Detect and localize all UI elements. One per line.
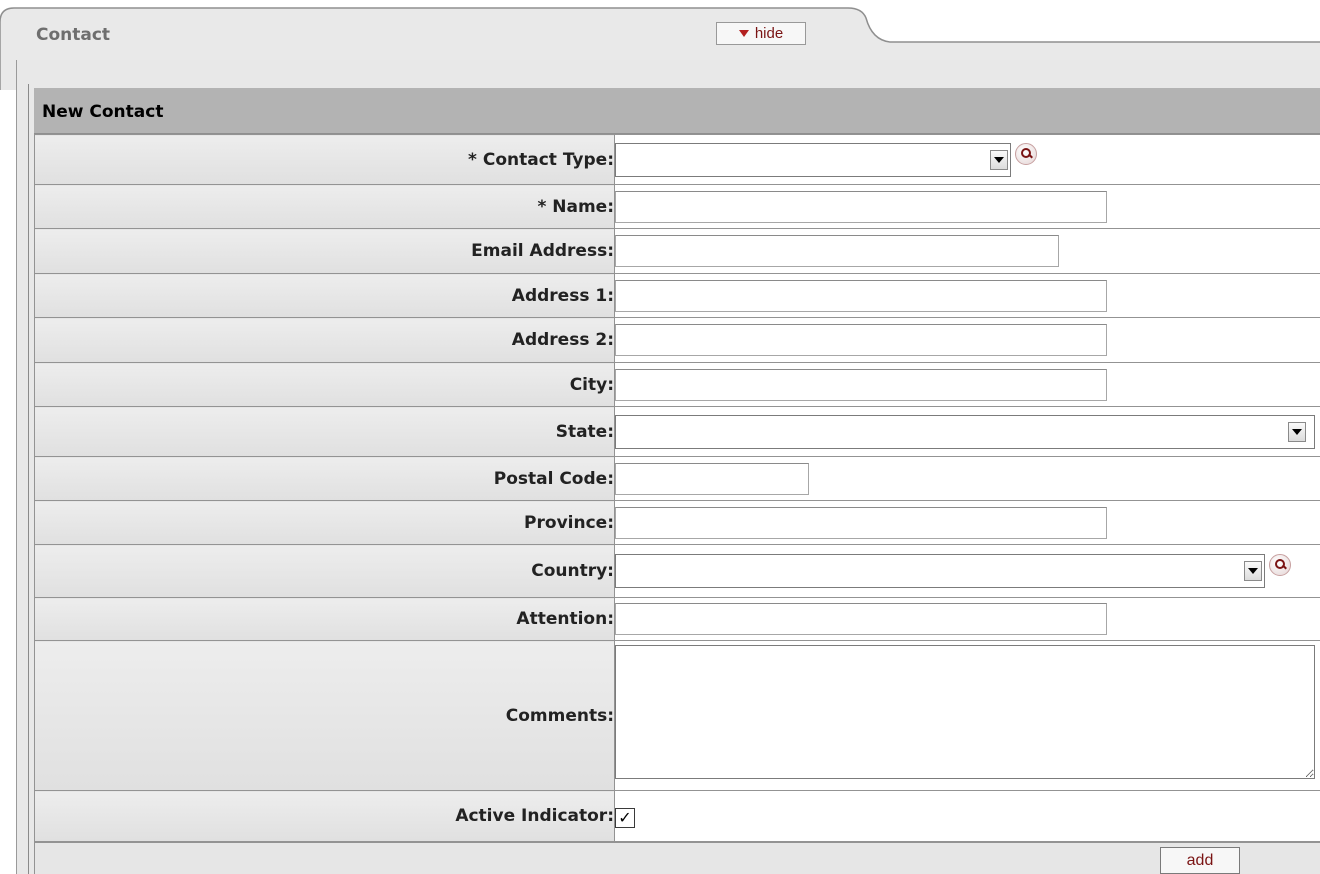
name-label: * Name: bbox=[34, 184, 615, 229]
add-button[interactable]: add bbox=[1160, 847, 1240, 874]
form-row: Address 1: bbox=[34, 273, 1320, 318]
country-lookup-icon[interactable] bbox=[1269, 554, 1291, 576]
chevron-down-icon[interactable] bbox=[1288, 421, 1306, 442]
contact-form: * Contact Type: * Name: Email Address: A… bbox=[34, 134, 1320, 842]
hide-label: hide bbox=[754, 25, 784, 42]
address2-field[interactable] bbox=[615, 324, 1107, 356]
province-label: Province: bbox=[34, 500, 615, 545]
form-row: Email Address: bbox=[34, 228, 1320, 274]
state-select[interactable] bbox=[615, 414, 1315, 449]
form-row: * Name: bbox=[34, 184, 1320, 229]
panel-divider bbox=[28, 84, 29, 874]
postal-code-label: Postal Code: bbox=[34, 456, 615, 501]
form-row: State: bbox=[34, 406, 1320, 457]
form-row: Active Indicator: ✓ bbox=[34, 790, 1320, 842]
contact-type-select[interactable] bbox=[615, 142, 1011, 177]
name-field[interactable] bbox=[615, 190, 1107, 223]
section-title: New Contact bbox=[34, 88, 1320, 134]
address2-label: Address 2: bbox=[34, 317, 615, 363]
state-label: State: bbox=[34, 406, 615, 457]
contact-type-label: * Contact Type: bbox=[34, 134, 615, 185]
form-row: Attention: bbox=[34, 597, 1320, 641]
form-row: Comments: bbox=[34, 640, 1320, 791]
form-row: Postal Code: bbox=[34, 456, 1320, 501]
chevron-down-icon[interactable] bbox=[1244, 561, 1262, 581]
tab-title: Contact bbox=[36, 25, 111, 45]
chevron-down-icon[interactable] bbox=[990, 149, 1008, 170]
comments-field[interactable] bbox=[615, 645, 1315, 779]
hide-button[interactable]: hide bbox=[716, 22, 806, 45]
form-row: Country: bbox=[34, 544, 1320, 598]
attention-label: Attention: bbox=[34, 597, 615, 641]
attention-field[interactable] bbox=[615, 603, 1107, 635]
caret-down-icon bbox=[738, 30, 749, 37]
contact-type-lookup-icon[interactable] bbox=[1015, 142, 1037, 165]
actions-row bbox=[34, 842, 1320, 874]
active-indicator-checkbox[interactable]: ✓ bbox=[615, 807, 635, 828]
form-row: * Contact Type: bbox=[34, 134, 1320, 185]
email-field[interactable] bbox=[615, 235, 1059, 267]
city-field[interactable] bbox=[615, 368, 1107, 401]
country-label: Country: bbox=[34, 544, 615, 598]
city-label: City: bbox=[34, 362, 615, 407]
postal-code-field[interactable] bbox=[615, 462, 809, 495]
address1-label: Address 1: bbox=[34, 273, 615, 318]
comments-label: Comments: bbox=[34, 640, 615, 791]
form-row: City: bbox=[34, 362, 1320, 407]
country-select[interactable] bbox=[615, 554, 1265, 588]
address1-field[interactable] bbox=[615, 279, 1107, 312]
form-row: Province: bbox=[34, 500, 1320, 545]
active-indicator-label: Active Indicator: bbox=[34, 790, 615, 842]
email-label: Email Address: bbox=[34, 228, 615, 274]
form-row: Address 2: bbox=[34, 317, 1320, 363]
province-field[interactable] bbox=[615, 506, 1107, 539]
